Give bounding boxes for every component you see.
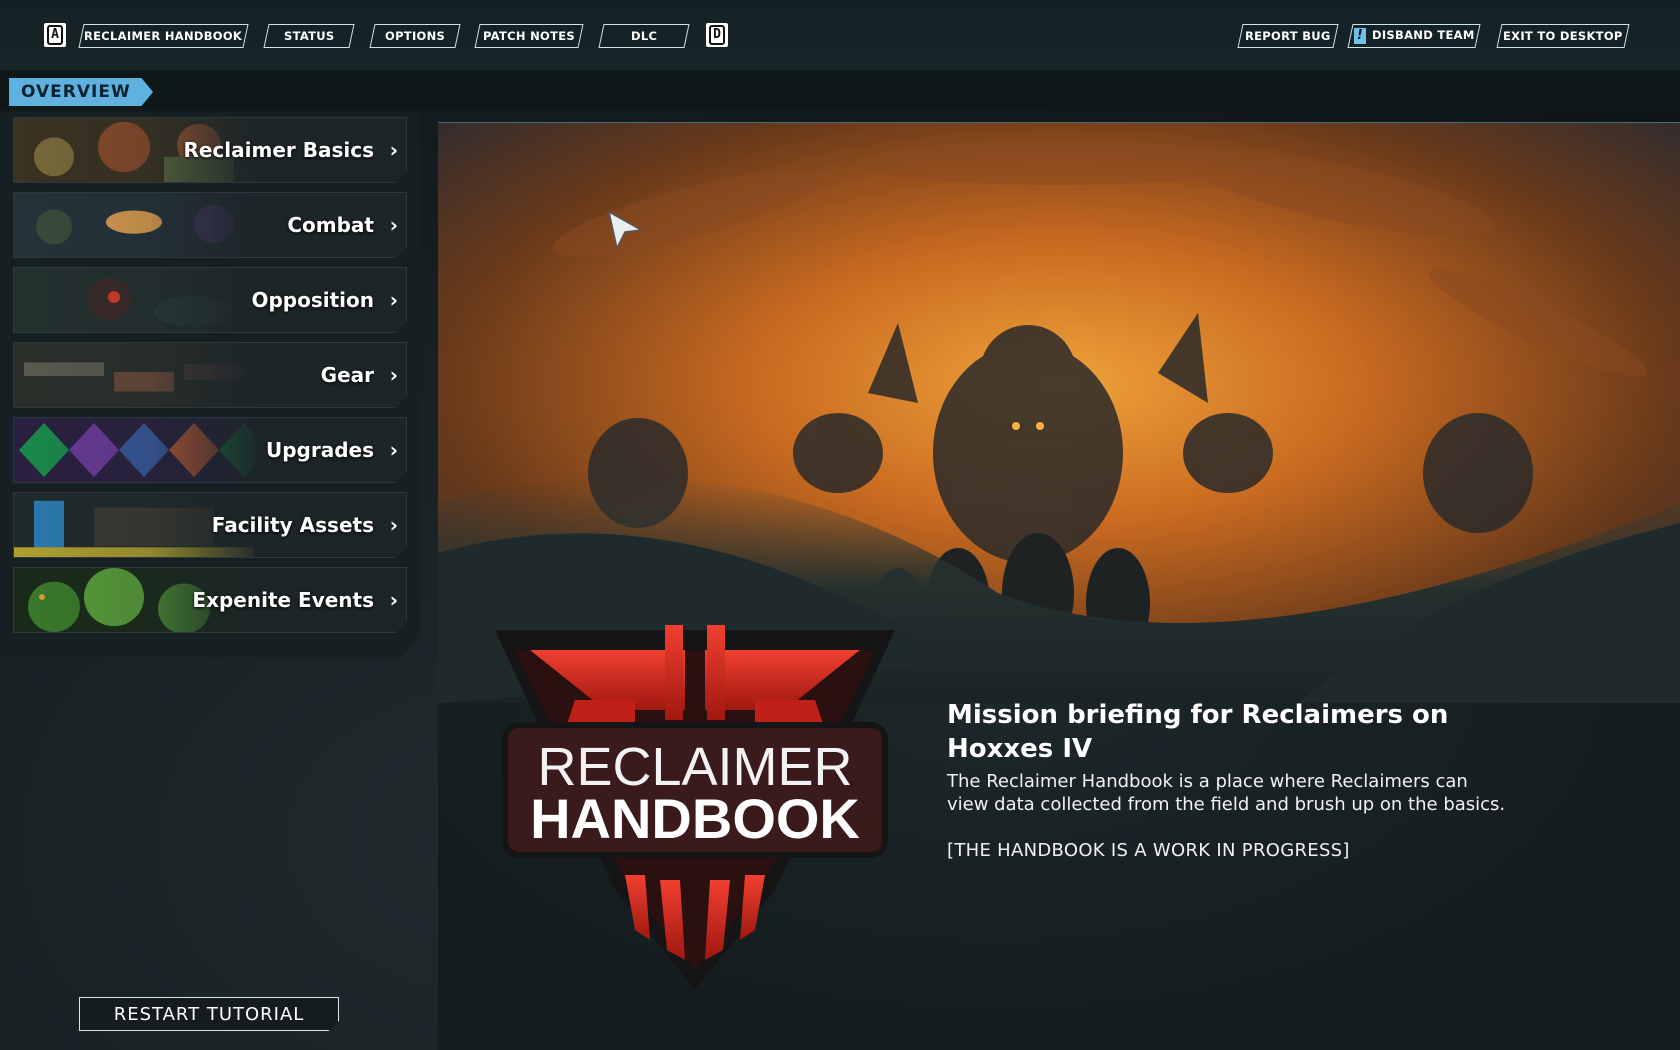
category-label: Reclaimer Basics: [183, 138, 374, 162]
restart-tutorial-button[interactable]: RESTART TUTORIAL: [79, 997, 339, 1031]
bumper-right-key-icon: D: [706, 23, 728, 47]
category-gear[interactable]: Gear ›: [13, 342, 407, 408]
briefing-title: Mission briefing for Reclaimers on Hoxxe…: [947, 700, 1449, 764]
logo-line2: HANDBOOK: [530, 787, 860, 850]
category-opposition[interactable]: Opposition ›: [13, 267, 407, 333]
category-label: Upgrades: [265, 438, 374, 462]
category-combat[interactable]: Combat ›: [13, 192, 407, 258]
briefing-panel: Mission briefing for Reclaimers on Hoxxe…: [947, 698, 1507, 862]
category-label: Combat: [287, 213, 374, 237]
category-reclaimer-basics[interactable]: Reclaimer Basics ›: [13, 117, 407, 183]
chevron-right-icon: ›: [389, 588, 398, 612]
category-expenite-events[interactable]: Expenite Events ›: [13, 567, 407, 633]
chevron-right-icon: ›: [389, 138, 398, 162]
category-label: Gear: [320, 363, 374, 387]
chevron-right-icon: ›: [389, 438, 398, 462]
reclaimer-handbook-logo: RECLAIMER HANDBOOK: [495, 625, 895, 990]
chevron-right-icon: ›: [389, 213, 398, 237]
tab-options[interactable]: OPTIONS: [369, 24, 461, 48]
disband-team-button[interactable]: ! DISBAND TEAM: [1347, 24, 1481, 48]
chevron-right-icon: ›: [389, 363, 398, 387]
warning-icon: !: [1353, 28, 1366, 44]
overview-tab[interactable]: OVERVIEW: [9, 78, 153, 106]
tab-dlc[interactable]: DLC: [598, 24, 690, 48]
tab-status[interactable]: STATUS: [263, 24, 355, 48]
exit-to-desktop-button[interactable]: EXIT TO DESKTOP: [1496, 24, 1630, 48]
category-facility-assets[interactable]: Facility Assets ›: [13, 492, 407, 558]
category-upgrades[interactable]: Upgrades ›: [13, 417, 407, 483]
chevron-right-icon: ›: [389, 513, 398, 537]
chevron-right-icon: ›: [389, 288, 398, 312]
category-label: Facility Assets: [211, 513, 374, 537]
tab-reclaimer-handbook[interactable]: RECLAIMER HANDBOOK: [78, 24, 249, 48]
report-bug-button[interactable]: REPORT BUG: [1237, 24, 1339, 48]
bumper-left-key-icon: A: [44, 23, 66, 47]
wip-notice: [THE HANDBOOK IS A WORK IN PROGRESS]: [947, 840, 1350, 861]
tab-patch-notes[interactable]: PATCH NOTES: [474, 24, 584, 48]
section-header-strip: [0, 70, 1680, 110]
category-label: Expenite Events: [192, 588, 374, 612]
mouse-cursor-icon: [607, 210, 643, 250]
briefing-description: The Reclaimer Handbook is a place where …: [947, 771, 1506, 815]
category-label: Opposition: [251, 288, 374, 312]
top-bar: A RECLAIMER HANDBOOK STATUS OPTIONS PATC…: [0, 0, 1680, 70]
